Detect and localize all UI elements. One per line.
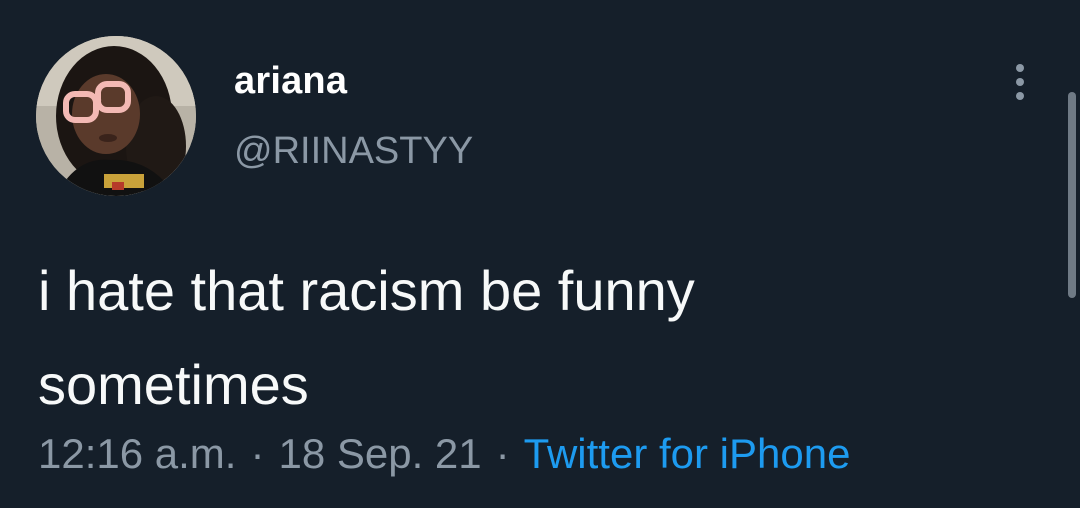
more-vertical-icon[interactable]: [1008, 62, 1032, 102]
tweet-text-line-1: i hate that racism be funny: [38, 259, 695, 322]
tweet: ariana @RIINASTYY i hate that racism be …: [0, 0, 1080, 508]
tweet-date[interactable]: 18 Sep. 21: [278, 430, 481, 477]
tweet-source-link[interactable]: Twitter for iPhone: [524, 430, 851, 477]
author-handle[interactable]: @RIINASTYY: [234, 128, 473, 174]
tweet-time[interactable]: 12:16 a.m.: [38, 430, 236, 477]
scrollbar[interactable]: [1068, 92, 1076, 298]
tweet-text: i hate that racism be funny sometimes: [38, 244, 1038, 432]
author-display-name[interactable]: ariana: [234, 58, 347, 104]
separator: ·: [250, 430, 265, 477]
tweet-metadata: 12:16 a.m. · 18 Sep. 21 · Twitter for iPhone: [38, 428, 850, 480]
avatar[interactable]: [36, 36, 196, 196]
separator: ·: [495, 430, 510, 477]
tweet-text-line-2: sometimes: [38, 353, 309, 416]
avatar-image: [36, 36, 196, 196]
